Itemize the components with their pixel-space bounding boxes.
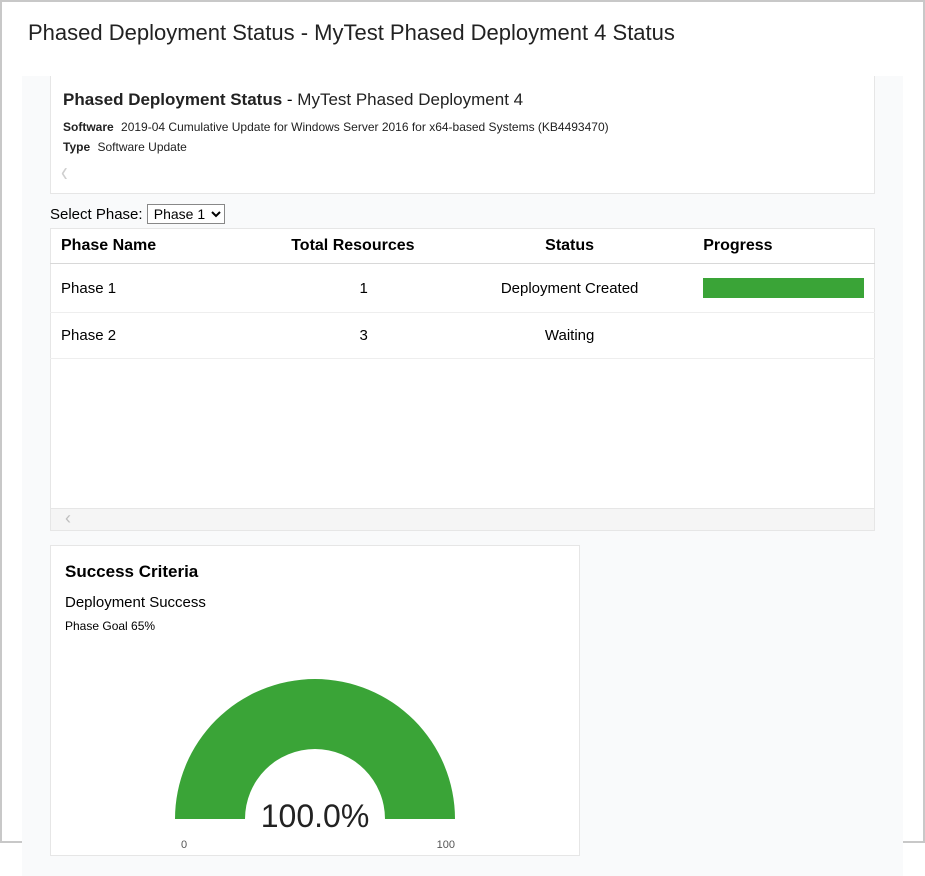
criteria-goal: Phase Goal 65%	[65, 619, 565, 633]
phase-select[interactable]: Phase 1Phase 2	[147, 204, 225, 224]
cell-total-resources: 3	[281, 313, 446, 359]
phase-selector-row: Select Phase: Phase 1Phase 2	[50, 204, 875, 224]
gauge-value: 100.0%	[155, 798, 475, 835]
col-header-progress[interactable]: Progress	[693, 229, 874, 264]
col-header-status[interactable]: Status	[446, 229, 693, 264]
header-title: Phased Deployment Status - MyTest Phased…	[63, 90, 862, 110]
progress-bar	[703, 278, 864, 298]
table-row[interactable]: Phase 11Deployment Created	[51, 264, 875, 313]
criteria-subtitle: Deployment Success	[65, 594, 565, 611]
type-value: Software Update	[97, 140, 186, 154]
type-label: Type	[63, 140, 90, 154]
header-title-sep: -	[282, 90, 297, 109]
phase-selector-label: Select Phase:	[50, 206, 143, 223]
cell-phase-name: Phase 2	[51, 313, 282, 359]
content-area: Phased Deployment Status - MyTest Phased…	[22, 76, 903, 876]
gauge-min-label: 0	[181, 839, 187, 851]
cell-progress	[693, 264, 874, 313]
col-header-name[interactable]: Phase Name	[51, 229, 282, 264]
phase-table: Phase Name Total Resources Status Progre…	[50, 228, 875, 359]
gauge-chart: 100.0% 0 100	[155, 649, 475, 849]
chevron-left-icon[interactable]: ‹	[61, 157, 68, 189]
table-header-row: Phase Name Total Resources Status Progre…	[51, 229, 875, 264]
software-value: 2019-04 Cumulative Update for Windows Se…	[121, 120, 609, 134]
table-row[interactable]: Phase 23Waiting	[51, 313, 875, 359]
cell-status: Deployment Created	[446, 264, 693, 313]
table-empty-space	[50, 359, 875, 509]
cell-total-resources: 1	[281, 264, 446, 313]
header-title-bold: Phased Deployment Status	[63, 90, 282, 109]
software-line: Software 2019-04 Cumulative Update for W…	[63, 120, 862, 134]
cell-status: Waiting	[446, 313, 693, 359]
cell-progress	[693, 313, 874, 359]
page-title: Phased Deployment Status - MyTest Phased…	[28, 20, 903, 46]
criteria-title: Success Criteria	[65, 562, 565, 582]
success-criteria-card: Success Criteria Deployment Success Phas…	[50, 545, 580, 856]
software-label: Software	[63, 120, 114, 134]
cell-phase-name: Phase 1	[51, 264, 282, 313]
col-header-total[interactable]: Total Resources	[281, 229, 446, 264]
type-line: Type Software Update	[63, 140, 862, 154]
deployment-header-card: Phased Deployment Status - MyTest Phased…	[50, 76, 875, 194]
scroll-left-indicator[interactable]: ‹	[50, 509, 875, 531]
header-title-rest: MyTest Phased Deployment 4	[297, 90, 523, 109]
gauge-max-label: 100	[437, 839, 455, 851]
